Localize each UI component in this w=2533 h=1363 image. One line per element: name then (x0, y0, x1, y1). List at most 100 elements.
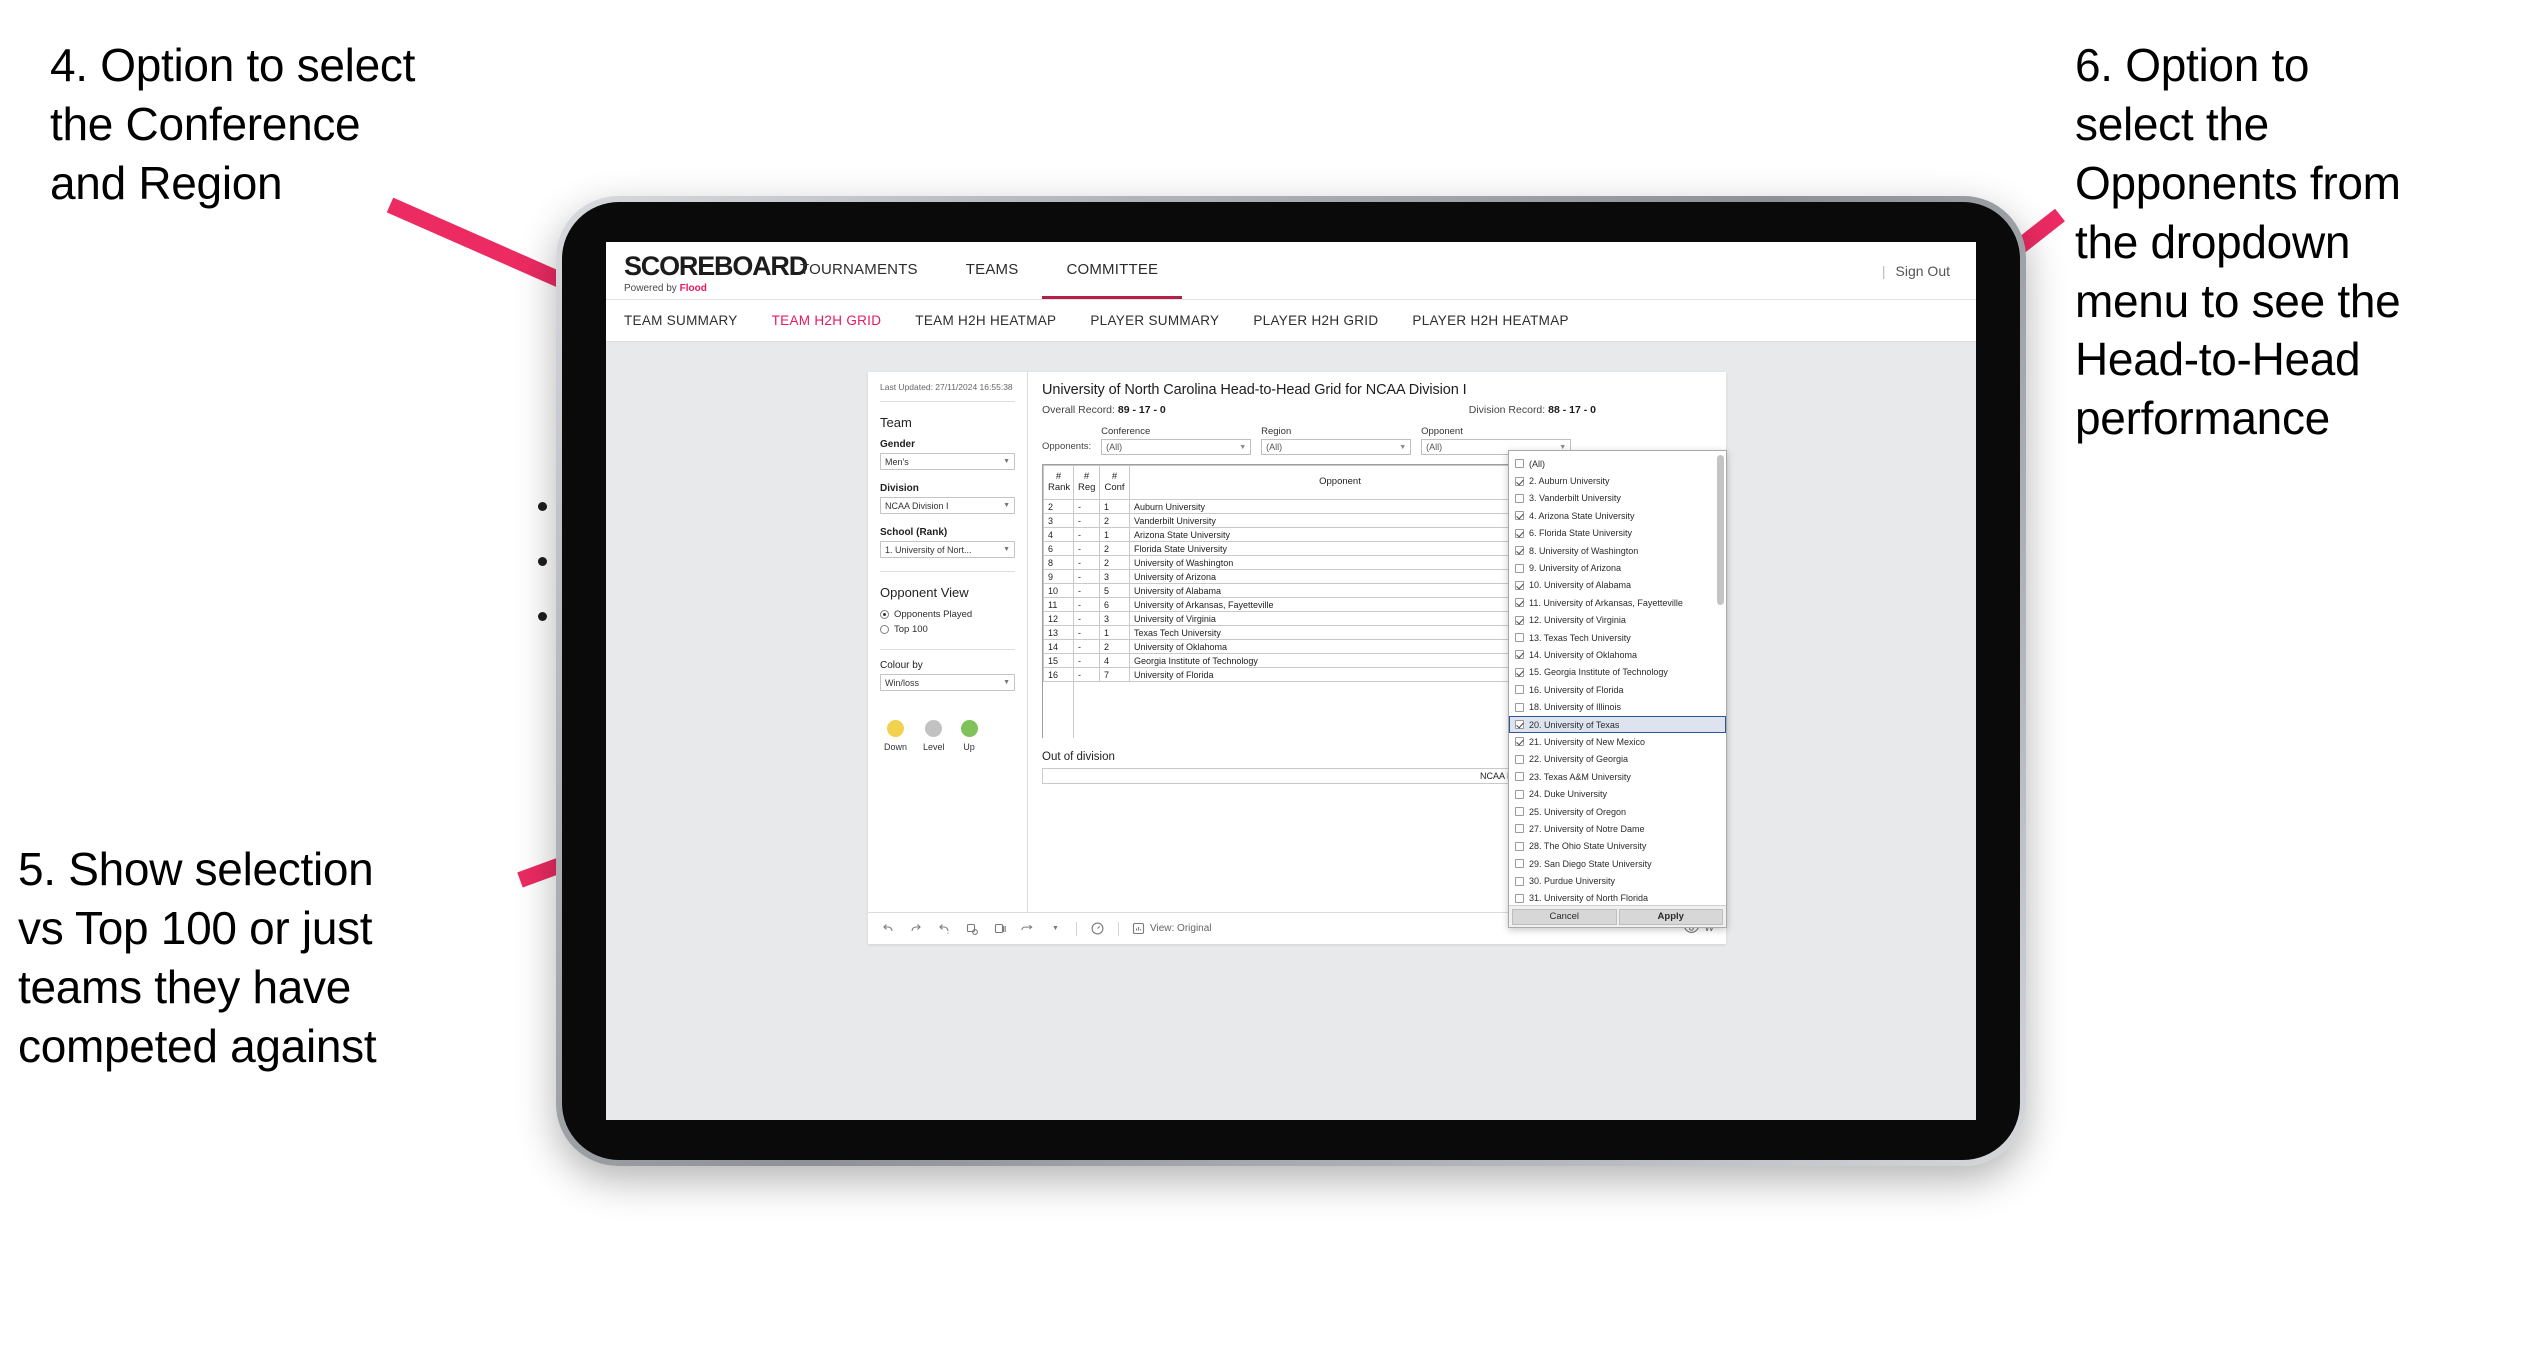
checkbox-icon[interactable] (1515, 685, 1524, 695)
logo[interactable]: SCOREBOARD Powered by Flood (606, 242, 808, 299)
opponent-option[interactable]: 16. University of Florida (1509, 681, 1726, 698)
nav-tournaments[interactable]: TOURNAMENTS (776, 242, 942, 299)
checkbox-icon[interactable] (1515, 841, 1524, 851)
refresh-icon[interactable] (964, 921, 979, 936)
cancel-button[interactable]: Cancel (1512, 908, 1617, 925)
conference-label: Conference (1101, 426, 1151, 437)
opponent-option[interactable]: 29. San Diego State University (1509, 855, 1726, 872)
cell-rank: 11 (1043, 597, 1074, 612)
checkbox-icon[interactable] (1515, 772, 1524, 782)
colour-by-value: Win/loss (885, 677, 920, 688)
checkbox-icon[interactable] (1515, 615, 1524, 625)
gender-dropdown[interactable]: Men's ▼ (880, 453, 1015, 471)
cell-reg: - (1073, 541, 1100, 556)
region-dropdown[interactable]: (All) ▼ (1261, 439, 1412, 455)
checkbox-icon[interactable] (1515, 876, 1524, 886)
checkbox-icon[interactable] (1515, 511, 1524, 521)
revert-icon[interactable] (936, 921, 951, 936)
opponent-option[interactable]: 21. University of New Mexico (1509, 733, 1726, 750)
checkbox-icon[interactable] (1515, 598, 1524, 608)
pause-icon[interactable] (992, 921, 1007, 936)
opponent-option[interactable]: 14. University of Oklahoma (1509, 646, 1726, 663)
subnav-player-h2h-grid[interactable]: PLAYER H2H GRID (1253, 313, 1378, 328)
share-icon[interactable] (1020, 921, 1035, 936)
checkbox-icon[interactable] (1515, 824, 1524, 834)
subnav-team-summary[interactable]: TEAM SUMMARY (624, 313, 738, 328)
checkbox-icon[interactable] (1515, 528, 1524, 538)
opponent-option[interactable]: 25. University of Oregon (1509, 803, 1726, 820)
opponent-option-list[interactable]: (All) 2. Auburn University 3. Vanderbilt U… (1509, 451, 1726, 905)
tablet-bezel: SCOREBOARD Powered by Flood TOURNAMENTS … (538, 202, 2020, 1160)
nav-teams[interactable]: TEAMS (942, 242, 1043, 299)
checkbox-icon[interactable] (1515, 476, 1524, 486)
view-original-button[interactable]: View: Original (1132, 922, 1212, 935)
opponent-view-heading: Opponent View (880, 585, 969, 601)
pause-playback-icon[interactable] (1090, 921, 1105, 936)
checkbox-icon[interactable] (1515, 893, 1524, 903)
cell-opponent: University of Arizona (1129, 569, 1551, 584)
main-visualization: University of North Carolina Head-to-Hea… (1028, 372, 1727, 928)
opponent-option[interactable]: 28. The Ohio State University (1509, 838, 1726, 855)
opponent-option[interactable]: 11. University of Arkansas, Fayetteville (1509, 594, 1726, 611)
opponent-option[interactable]: 22. University of Georgia (1509, 751, 1726, 768)
conference-dropdown[interactable]: (All) ▼ (1101, 439, 1252, 455)
opponent-option[interactable]: 13. Texas Tech University (1509, 629, 1726, 646)
checkbox-icon[interactable] (1515, 754, 1524, 764)
nav-committee[interactable]: COMMITTEE (1042, 242, 1183, 299)
opponent-option[interactable]: 9. University of Arizona (1509, 559, 1726, 576)
checkbox-icon[interactable] (1515, 493, 1524, 503)
checkbox-icon[interactable] (1515, 789, 1524, 799)
opponent-option[interactable]: 4. Arizona State University (1509, 507, 1726, 524)
school-dropdown[interactable]: 1. University of Nort... ▼ (880, 541, 1015, 559)
radio-top-100[interactable]: Top 100 (880, 624, 1015, 635)
checkbox-icon[interactable] (1515, 859, 1524, 869)
radio-opponents-played[interactable]: Opponents Played (880, 609, 1015, 620)
checkbox-icon[interactable] (1515, 702, 1524, 712)
opponent-option[interactable]: 3. Vanderbilt University (1509, 490, 1726, 507)
opponent-option[interactable]: 10. University of Alabama (1509, 577, 1726, 594)
dropdown-scrollbar[interactable] (1717, 455, 1724, 605)
checkbox-icon[interactable] (1515, 563, 1524, 573)
tablet-device: SCOREBOARD Powered by Flood TOURNAMENTS … (538, 196, 2026, 1166)
checkbox-icon[interactable] (1515, 459, 1524, 469)
opponent-option[interactable]: (All) (1509, 455, 1726, 472)
checkbox-icon[interactable] (1515, 737, 1524, 747)
opponent-option[interactable]: 24. Duke University (1509, 785, 1726, 802)
checkbox-icon[interactable] (1515, 650, 1524, 660)
cell-reg: - (1073, 555, 1100, 570)
opponent-option[interactable]: 18. University of Illinois (1509, 698, 1726, 715)
apply-button[interactable]: Apply (1618, 908, 1723, 925)
opponent-option[interactable]: 30. Purdue University (1509, 872, 1726, 889)
subnav-team-h2h-heatmap[interactable]: TEAM H2H HEATMAP (915, 313, 1056, 328)
checkbox-icon[interactable] (1515, 667, 1524, 677)
checkbox-icon[interactable] (1515, 580, 1524, 590)
opponent-option[interactable]: 15. Georgia Institute of Technology (1509, 664, 1726, 681)
chevron-down-icon[interactable]: ▼ (1048, 921, 1063, 936)
opponent-option[interactable]: 8. University of Washington (1509, 542, 1726, 559)
cell-reg: - (1073, 499, 1100, 514)
legend-swatch-down (887, 720, 904, 738)
opponent-option[interactable]: 20. University of Texas (1509, 715, 1726, 734)
opponent-option[interactable]: 23. Texas A&M University (1509, 768, 1726, 785)
opponent-option[interactable]: 2. Auburn University (1509, 472, 1726, 489)
subnav-player-h2h-heatmap[interactable]: PLAYER H2H HEATMAP (1412, 313, 1568, 328)
col-opponent-label: Opponent (1319, 476, 1361, 488)
opponent-option[interactable]: 12. University of Virginia (1509, 612, 1726, 629)
checkbox-icon[interactable] (1515, 807, 1524, 816)
opponent-option[interactable]: 27. University of Notre Dame (1509, 820, 1726, 837)
subnav-player-summary[interactable]: PLAYER SUMMARY (1090, 313, 1219, 328)
subnav-team-h2h-grid[interactable]: TEAM H2H GRID (772, 313, 882, 328)
opponent-option[interactable]: 6. Florida State University (1509, 525, 1726, 542)
dashboard-canvas: Last Updated: 27/11/2024 16:55:38 Team G… (606, 342, 1976, 1120)
colour-by-dropdown[interactable]: Win/loss ▼ (880, 674, 1015, 692)
undo-icon[interactable] (880, 921, 895, 936)
region-label: Region (1261, 426, 1292, 437)
division-dropdown[interactable]: NCAA Division I ▼ (880, 497, 1015, 515)
checkbox-icon[interactable] (1515, 546, 1524, 556)
checkbox-icon[interactable] (1515, 633, 1524, 643)
sign-out-link[interactable]: Sign Out (1896, 263, 1950, 279)
redo-icon[interactable] (908, 921, 923, 936)
checkbox-icon[interactable] (1515, 720, 1524, 730)
cell-rank: 9 (1043, 569, 1074, 584)
opponent-option[interactable]: 31. University of North Florida (1509, 890, 1726, 905)
